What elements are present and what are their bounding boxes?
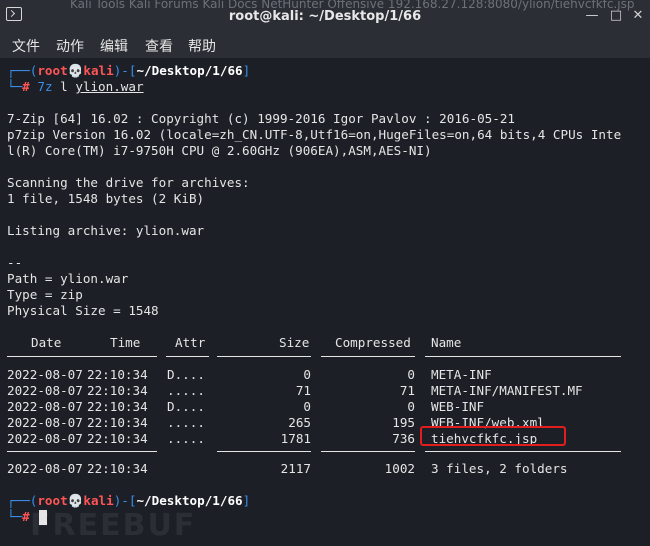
row-size: 265 <box>288 415 311 430</box>
rule-footer-size <box>217 451 311 452</box>
terminal-window: Kali Tools Kali Forums Kali Docs NetHunt… <box>0 0 650 546</box>
summary-name: 3 files, 2 folders <box>431 461 568 476</box>
menu-help[interactable]: 帮助 <box>188 36 216 56</box>
prompt-line: ┌──(root💀kali)-[~/Desktop/1/66] <box>7 63 251 78</box>
prompt-symbol: # <box>22 79 30 94</box>
minimize-icon[interactable]: — <box>584 8 600 24</box>
row-compressed: 71 <box>399 383 415 398</box>
rule-compressed <box>321 356 415 357</box>
rule-attr <box>166 356 209 357</box>
skull-icon: 💀 <box>67 63 84 78</box>
menu-view[interactable]: 查看 <box>145 36 173 56</box>
header-size: Size <box>279 335 310 350</box>
watermark-logo: FREEBUF <box>30 508 197 543</box>
command-name: 7z <box>37 79 53 94</box>
scan-line-2: 1 file, 1548 bytes (2 KiB) <box>7 191 205 206</box>
menu-edit[interactable]: 编辑 <box>100 36 128 56</box>
row-time: 22:10:34 <box>87 431 148 446</box>
separator-line: -- <box>7 255 23 270</box>
row-compressed: 0 <box>407 367 415 382</box>
rule-date-time <box>7 356 157 357</box>
header-attr: Attr <box>175 335 206 350</box>
row-attr: D.... <box>167 399 205 414</box>
header-compressed: Compressed <box>335 335 411 350</box>
row-date: 2022-08-07 <box>7 415 83 430</box>
path-line: Path = ylion.war <box>7 271 129 286</box>
scan-line-1: Scanning the drive for archives: <box>7 175 250 190</box>
row-size: 1781 <box>280 431 311 446</box>
summary-size: 2117 <box>280 461 311 476</box>
summary-time: 22:10:34 <box>87 461 148 476</box>
prompt-line: ┌──(root💀kali)-[~/Desktop/1/66] <box>7 493 251 508</box>
row-compressed: 195 <box>392 415 415 430</box>
header-date: Date <box>31 335 62 350</box>
header-time: Time <box>110 335 141 350</box>
prompt-path: ~/Desktop/1/66 <box>136 63 243 78</box>
prompt-path: ~/Desktop/1/66 <box>136 493 243 508</box>
close-icon[interactable]: ✕ <box>630 8 646 24</box>
row-attr: ..... <box>167 383 205 398</box>
row-name: WEB-INF <box>431 399 485 414</box>
rule-size <box>217 356 311 357</box>
banner-line-3: l(R) Core(TM) i7-9750H CPU @ 2.60GHz (90… <box>7 143 432 158</box>
terminal-output[interactable]: ┌──(root💀kali)-[~/Desktop/1/66] └─# 7z l… <box>0 58 650 546</box>
banner-line-2: p7zip Version 16.02 (locale=zh_CN.UTF-8,… <box>7 127 622 142</box>
row-date: 2022-08-07 <box>7 383 83 398</box>
row-size: 0 <box>303 399 311 414</box>
highlight-annotation <box>420 426 566 446</box>
command-sub: l <box>60 79 68 94</box>
row-size: 0 <box>303 367 311 382</box>
prompt-symbol: # <box>22 509 30 524</box>
menu-bar: 文件 动作 编辑 查看 帮助 <box>0 32 650 58</box>
physical-size-line: Physical Size = 1548 <box>7 303 159 318</box>
input-line[interactable]: └─# <box>7 509 30 525</box>
skull-icon: 💀 <box>67 493 84 508</box>
row-date: 2022-08-07 <box>7 399 83 414</box>
row-size: 71 <box>295 383 311 398</box>
rule-name <box>425 356 621 357</box>
prompt-host: kali <box>83 63 114 78</box>
prompt-user: root <box>37 493 68 508</box>
row-compressed: 736 <box>392 431 415 446</box>
row-attr: D.... <box>167 367 205 382</box>
row-name: META-INF <box>431 367 492 382</box>
prompt-user: root <box>37 63 68 78</box>
rule-footer-date-time <box>7 451 157 452</box>
row-time: 22:10:34 <box>87 383 148 398</box>
type-line: Type = zip <box>7 287 83 302</box>
row-attr: ..... <box>167 415 205 430</box>
prompt-host: kali <box>83 493 114 508</box>
row-compressed: 0 <box>407 399 415 414</box>
banner-line-1: 7-Zip [64] 16.02 : Copyright (c) 1999-20… <box>7 111 515 126</box>
row-attr: ..... <box>167 431 205 446</box>
row-time: 22:10:34 <box>87 367 148 382</box>
maximize-icon[interactable]: □ <box>608 8 624 24</box>
row-date: 2022-08-07 <box>7 367 83 382</box>
row-name: META-INF/MANIFEST.MF <box>431 383 583 398</box>
command-arg: ylion.war <box>75 79 144 94</box>
row-date: 2022-08-07 <box>7 431 83 446</box>
summary-date: 2022-08-07 <box>7 461 83 476</box>
command-line: └─# 7z l ylion.war <box>7 79 144 94</box>
row-time: 22:10:34 <box>87 399 148 414</box>
menu-action[interactable]: 动作 <box>56 36 84 56</box>
window-title: root@kali: ~/Desktop/1/66 <box>228 9 422 24</box>
listing-line: Listing archive: ylion.war <box>7 223 205 238</box>
summary-compressed: 1002 <box>384 461 415 476</box>
rule-footer-name <box>425 451 621 452</box>
rule-footer-compressed <box>321 451 415 452</box>
header-name: Name <box>431 335 462 350</box>
menu-file[interactable]: 文件 <box>12 36 40 56</box>
title-bar: Kali Tools Kali Forums Kali Docs NetHunt… <box>0 0 650 32</box>
row-time: 22:10:34 <box>87 415 148 430</box>
